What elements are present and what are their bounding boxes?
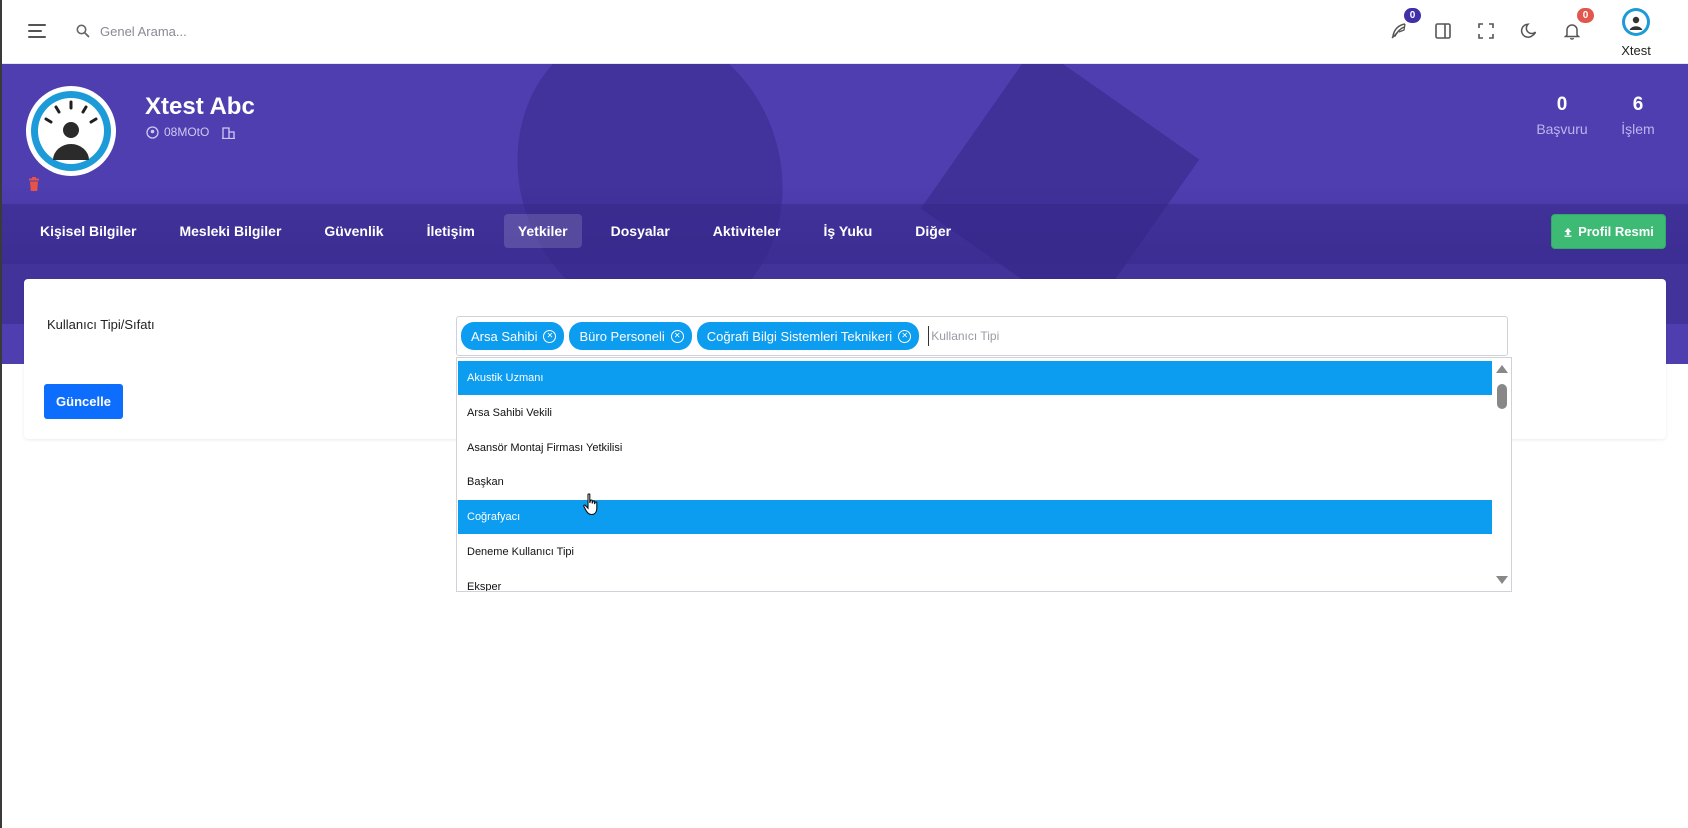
tab-kisisel-bilgiler[interactable]: Kişisel Bilgiler xyxy=(26,214,150,248)
selected-chip: Arsa Sahibi ✕ xyxy=(461,322,565,350)
bell-icon xyxy=(1563,24,1581,40)
stat-basvuru: 0 Başvuru xyxy=(1532,94,1592,137)
tab-aktiviteler[interactable]: Aktiviteler xyxy=(699,214,795,248)
option-label: Eksper xyxy=(467,581,502,592)
profile-tabs: Kişisel Bilgiler Mesleki Bilgiler Güvenl… xyxy=(26,214,980,248)
moon-icon xyxy=(1520,23,1537,38)
tab-yetkiler[interactable]: Yetkiler xyxy=(503,214,582,248)
dark-mode-button[interactable] xyxy=(1516,18,1542,44)
option-label: Başkan xyxy=(467,476,504,488)
upload-icon xyxy=(1564,227,1572,237)
panel-icon xyxy=(1435,23,1451,39)
profile-photo-label: Profil Resmi xyxy=(1578,224,1654,239)
fullscreen-button[interactable] xyxy=(1473,18,1499,44)
option-item[interactable]: Akustik Uzmanı xyxy=(458,361,1492,395)
remove-chip-icon[interactable]: ✕ xyxy=(670,329,684,343)
option-item[interactable]: Coğrafyacı xyxy=(458,500,1492,534)
option-item[interactable]: Arsa Sahibi Vekili xyxy=(458,396,1492,430)
option-label: Arsa Sahibi Vekili xyxy=(467,407,552,419)
user-avatar-icon xyxy=(31,91,111,171)
option-label: Coğrafyacı xyxy=(467,511,521,523)
option-item[interactable]: Asansör Montaj Firması Yetkilisi xyxy=(458,431,1492,465)
profile-meta: 08MOtO xyxy=(146,125,236,139)
scroll-up-icon[interactable] xyxy=(1496,365,1508,373)
top-bar: 0 0 Xtest xyxy=(0,0,1688,64)
tab-guvenlik[interactable]: Güvenlik xyxy=(310,214,397,248)
delete-photo-button[interactable] xyxy=(28,177,40,196)
stat-value: 6 xyxy=(1632,94,1644,115)
profile-avatar xyxy=(26,86,116,176)
tab-is-yuku[interactable]: İş Yuku xyxy=(810,214,887,248)
search-icon xyxy=(76,24,90,38)
chip-label: Arsa Sahibi xyxy=(471,328,538,344)
tab-iletisim[interactable]: İletişim xyxy=(413,214,489,248)
trash-icon xyxy=(29,177,39,191)
user-type-search-input[interactable] xyxy=(928,326,1229,346)
tab-dosyalar[interactable]: Dosyalar xyxy=(597,214,684,248)
notifications-badge: 0 xyxy=(1577,8,1594,23)
menu-toggle-icon[interactable] xyxy=(26,20,50,42)
option-item[interactable]: Başkan xyxy=(458,465,1492,499)
update-button[interactable]: Güncelle xyxy=(44,384,123,419)
profile-code: 08MOtO xyxy=(164,125,210,139)
avatar xyxy=(1622,8,1650,36)
options-scrollbar[interactable] xyxy=(1493,359,1510,590)
user-type-multiselect[interactable]: Arsa Sahibi ✕ Büro Personeli ✕ Coğrafi B… xyxy=(456,316,1508,356)
user-name: Xtest xyxy=(1621,43,1651,58)
window-edge xyxy=(0,0,2,828)
selected-chip: Büro Personeli ✕ xyxy=(569,322,692,350)
option-label: Akustik Uzmanı xyxy=(467,372,544,384)
option-item[interactable]: Eksper xyxy=(458,570,1492,592)
feather-pen-icon xyxy=(1391,23,1406,39)
tab-diger[interactable]: Diğer xyxy=(901,214,965,248)
remove-chip-icon[interactable]: ✕ xyxy=(898,329,912,343)
user-type-label: Kullanıcı Tipi/Sıfatı xyxy=(47,317,155,332)
stat-islem: 6 İşlem xyxy=(1618,94,1658,137)
option-item[interactable]: Deneme Kullanıcı Tipi xyxy=(458,535,1492,569)
stat-value: 0 xyxy=(1556,94,1568,115)
user-type-options: Akustik Uzmanı Arsa Sahibi Vekili Asansö… xyxy=(456,357,1512,592)
location-pin-icon xyxy=(146,125,159,139)
remove-chip-icon[interactable]: ✕ xyxy=(543,329,557,343)
profile-photo-button[interactable]: Profil Resmi xyxy=(1551,214,1666,249)
scroll-down-icon[interactable] xyxy=(1496,576,1508,584)
stat-label: Başvuru xyxy=(1536,121,1588,137)
hand-cursor-icon xyxy=(583,493,598,516)
sidebar-toggle-button[interactable] xyxy=(1430,18,1456,44)
fullscreen-icon xyxy=(1478,23,1494,39)
chip-label: Coğrafi Bilgi Sistemleri Teknikeri xyxy=(706,328,893,344)
profile-name: Xtest Abc xyxy=(145,93,255,120)
option-label: Deneme Kullanıcı Tipi xyxy=(467,546,574,558)
global-search xyxy=(76,18,396,44)
messages-button[interactable]: 0 xyxy=(1386,8,1421,44)
scroll-thumb[interactable] xyxy=(1497,384,1507,409)
option-label: Asansör Montaj Firması Yetkilisi xyxy=(467,442,623,454)
notifications-button[interactable]: 0 xyxy=(1559,8,1594,44)
chip-label: Büro Personeli xyxy=(579,328,665,344)
selected-chip: Coğrafi Bilgi Sistemleri Teknikeri ✕ xyxy=(696,322,920,350)
user-menu[interactable]: Xtest xyxy=(1612,7,1660,58)
building-icon xyxy=(222,126,236,139)
messages-badge: 0 xyxy=(1404,8,1421,23)
tab-mesleki-bilgiler[interactable]: Mesleki Bilgiler xyxy=(165,214,295,248)
stat-label: İşlem xyxy=(1621,121,1655,137)
search-input[interactable] xyxy=(100,23,380,39)
